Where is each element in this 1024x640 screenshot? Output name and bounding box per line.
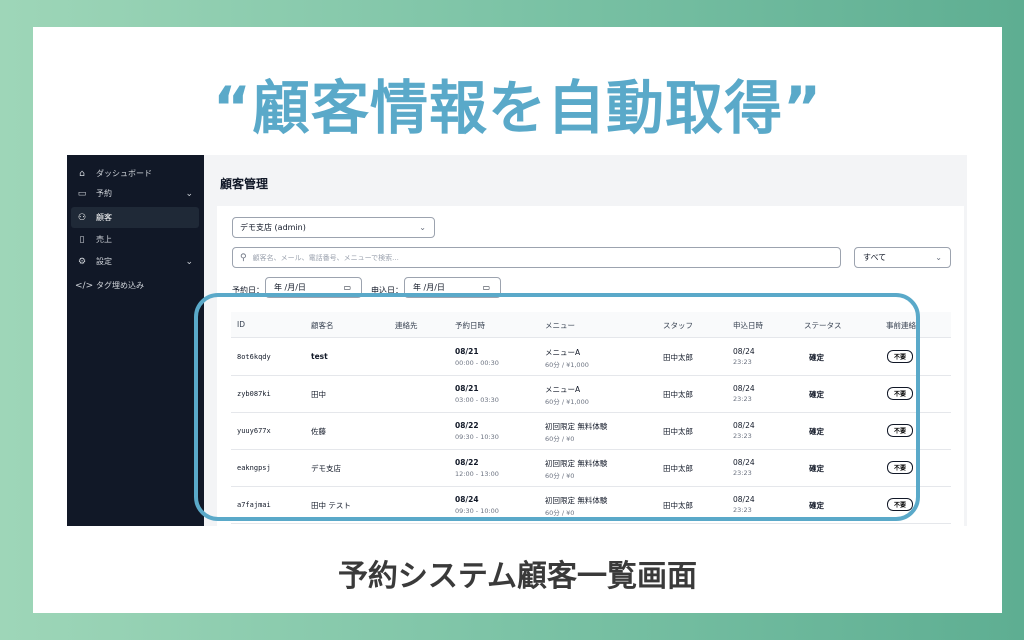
search-placeholder: 顧客名、メール、電話番号、メニューで検索... (252, 253, 399, 262)
apply-date-placeholder: 年 /月/日 (413, 283, 445, 292)
sidebar-item-label: 予約 (96, 189, 112, 198)
home-icon: ⌂ (79, 168, 85, 179)
store-select[interactable]: デモ支店 (admin) ⌄ (232, 217, 435, 238)
users-icon: ⚇ (77, 212, 87, 223)
status-select[interactable]: すべて ⌄ (854, 247, 951, 268)
sidebar-item-label: 顧客 (96, 213, 112, 222)
sidebar-item[interactable]: ⚇ 顧客 (71, 207, 199, 228)
sidebar-item[interactable]: </> タグ埋め込み (71, 275, 199, 296)
calendar-icon[interactable]: ▭ (482, 283, 490, 292)
calendar-icon: ▭ (77, 188, 87, 199)
sidebar: ⌂ ダッシュボード ▭ 予約 ⌄ ⚇ 顧客 ▯ 売上 ⚙ 設定 ⌄ </> タグ埋め込み (67, 155, 204, 526)
status-select-value: すべて (863, 253, 887, 262)
sidebar-item-label: タグ埋め込み (96, 281, 144, 290)
sidebar-item[interactable]: ⚙ 設定 ⌄ (71, 251, 199, 272)
sidebar-item[interactable]: ⌂ ダッシュボード (71, 163, 199, 184)
sidebar-item[interactable]: ▯ 売上 (71, 229, 199, 250)
search-icon: ⚲ (240, 252, 247, 263)
store-select-value: デモ支店 (admin) (240, 223, 306, 232)
chevron-down-icon[interactable]: ⌄ (185, 189, 193, 199)
sidebar-item-label: 売上 (96, 235, 112, 244)
caption: 予約システム顧客一覧画面 (337, 559, 698, 594)
headline: “顧客情報を自動取得” (212, 74, 823, 142)
chevron-down-icon[interactable]: ⌄ (185, 257, 193, 267)
calendar-icon[interactable]: ▭ (343, 283, 351, 292)
reserve-date-placeholder: 年 /月/日 (274, 283, 306, 292)
chevron-down-icon: ⌄ (419, 223, 426, 232)
clipboard-icon: ▯ (79, 234, 85, 245)
gear-icon: ⚙ (77, 256, 87, 267)
highlight-frame (194, 293, 920, 521)
code-icon: </> (75, 280, 94, 291)
page-title: 顧客管理 (220, 177, 269, 191)
chevron-down-icon: ⌄ (935, 253, 942, 262)
search-input[interactable]: ⚲ 顧客名、メール、電話番号、メニューで検索... (232, 247, 841, 268)
sidebar-item[interactable]: ▭ 予約 ⌄ (71, 183, 199, 204)
sidebar-item-label: ダッシュボード (96, 169, 152, 178)
sidebar-item-label: 設定 (96, 257, 112, 266)
